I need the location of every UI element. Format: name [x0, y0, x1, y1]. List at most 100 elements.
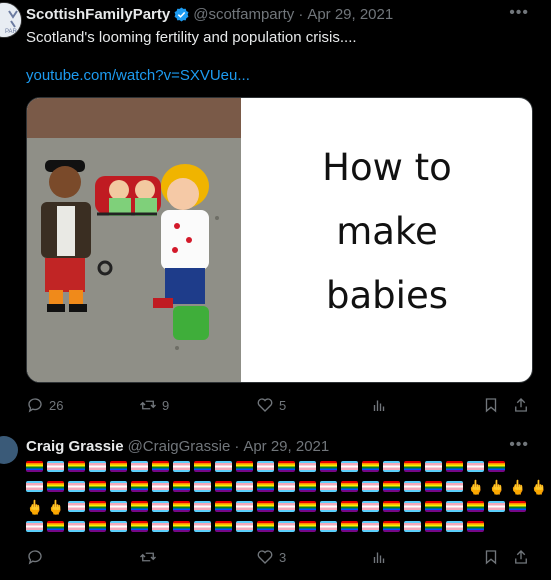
separator: · [234, 438, 240, 455]
transgender-flag-emoji [362, 501, 379, 512]
transgender-flag-emoji [320, 501, 337, 512]
transgender-flag-emoji [446, 521, 463, 532]
retweet-button[interactable]: 9 [139, 396, 169, 414]
rainbow-flag-emoji [173, 521, 190, 532]
transgender-flag-emoji [110, 481, 127, 492]
rainbow-flag-emoji [173, 501, 190, 512]
rainbow-flag-emoji [341, 521, 358, 532]
rainbow-flag-emoji [488, 461, 505, 472]
reply-button[interactable]: 26 [26, 396, 63, 414]
rainbow-flag-emoji [425, 501, 442, 512]
author-name[interactable]: Craig Grassie [26, 438, 124, 455]
transgender-flag-emoji [215, 461, 232, 472]
transgender-flag-emoji [236, 521, 253, 532]
middle-finger-emoji: 🖕 [47, 499, 65, 515]
middle-finger-emoji: 🖕 [488, 479, 506, 495]
transgender-flag-emoji [68, 521, 85, 532]
rainbow-flag-emoji [404, 461, 421, 472]
author-handle[interactable]: @scotfamparty [193, 6, 294, 23]
transgender-flag-emoji [110, 501, 127, 512]
share-button[interactable] [512, 548, 530, 566]
rainbow-flag-emoji [173, 481, 190, 492]
rainbow-flag-emoji [383, 481, 400, 492]
rainbow-flag-emoji [215, 521, 232, 532]
heart-icon [257, 398, 273, 412]
tweet-text: Scotland's looming fertility and populat… [26, 29, 357, 46]
tweet-header: ScottishFamilyParty @scotfamparty · Apr … [26, 6, 393, 23]
rainbow-flag-emoji [383, 501, 400, 512]
like-button[interactable]: 3 [256, 548, 286, 566]
rainbow-flag-emoji [509, 501, 526, 512]
rainbow-flag-emoji [299, 501, 316, 512]
transgender-flag-emoji [404, 521, 421, 532]
separator: · [298, 6, 304, 23]
transgender-flag-emoji [194, 501, 211, 512]
card-image [27, 98, 241, 382]
tweet[interactable]: PAR ScottishFamilyParty @scotfamparty · … [0, 0, 551, 428]
card-title: How to make babies [257, 136, 517, 328]
transgender-flag-emoji [404, 501, 421, 512]
like-button[interactable]: 5 [256, 396, 286, 414]
transgender-flag-emoji [47, 461, 64, 472]
card-line: make [336, 210, 438, 253]
bookmark-button[interactable] [482, 396, 500, 414]
retweet-icon [140, 552, 156, 562]
author-handle[interactable]: @CraigGrassie [128, 438, 231, 455]
bookmark-icon [485, 398, 497, 413]
reply-icon [28, 398, 42, 413]
transgender-flag-emoji [152, 501, 169, 512]
rainbow-flag-emoji [257, 501, 274, 512]
reply-button[interactable] [26, 548, 49, 566]
tweet-date[interactable]: Apr 29, 2021 [307, 6, 393, 23]
rainbow-flag-emoji [257, 481, 274, 492]
middle-finger-emoji: 🖕 [467, 479, 485, 495]
rainbow-flag-emoji [26, 461, 43, 472]
transgender-flag-emoji [446, 501, 463, 512]
card-line: babies [326, 274, 448, 317]
avatar[interactable] [0, 436, 18, 464]
share-icon [515, 398, 527, 412]
views-button[interactable] [370, 548, 393, 566]
transgender-flag-emoji [320, 521, 337, 532]
transgender-flag-emoji [26, 481, 43, 492]
rainbow-flag-emoji [299, 521, 316, 532]
rainbow-flag-emoji [341, 481, 358, 492]
rainbow-flag-emoji [425, 481, 442, 492]
card-line: How to [322, 146, 452, 189]
rainbow-flag-emoji [89, 521, 106, 532]
emoji-row: 🖕 🖕 🖕 🖕 [26, 479, 547, 495]
transgender-flag-emoji [278, 501, 295, 512]
tweet[interactable]: Craig Grassie @CraigGrassie · Apr 29, 20… [0, 432, 551, 580]
rainbow-flag-emoji [131, 481, 148, 492]
rainbow-flag-emoji [89, 481, 106, 492]
rainbow-flag-emoji [467, 501, 484, 512]
more-icon[interactable]: ••• [509, 436, 529, 454]
rainbow-flag-emoji [131, 501, 148, 512]
link-card[interactable]: How to make babies [26, 97, 533, 383]
tweet-link[interactable]: youtube.com/watch?v=SXVUeu... [26, 67, 250, 84]
rainbow-flag-emoji [47, 521, 64, 532]
rainbow-flag-emoji [215, 501, 232, 512]
transgender-flag-emoji [152, 521, 169, 532]
rainbow-flag-emoji [320, 461, 337, 472]
author-name[interactable]: ScottishFamilyParty [26, 6, 170, 23]
rainbow-flag-emoji [257, 521, 274, 532]
share-button[interactable] [512, 396, 530, 414]
reply-icon [28, 550, 42, 565]
heart-icon [257, 550, 273, 564]
action-bar: 26 9 5 [26, 396, 536, 416]
transgender-flag-emoji [488, 501, 505, 512]
bookmark-button[interactable] [482, 548, 500, 566]
rainbow-flag-emoji [278, 461, 295, 472]
views-button[interactable] [370, 396, 393, 414]
bookmark-icon [485, 550, 497, 565]
tweet-date[interactable]: Apr 29, 2021 [243, 438, 329, 455]
emoji-row [26, 459, 505, 475]
transgender-flag-emoji [404, 481, 421, 492]
rainbow-flag-emoji [467, 521, 484, 532]
avatar[interactable]: PAR [0, 2, 22, 38]
more-icon[interactable]: ••• [509, 4, 529, 22]
transgender-flag-emoji [68, 481, 85, 492]
verified-badge-icon [174, 7, 189, 22]
retweet-button[interactable] [139, 548, 162, 566]
